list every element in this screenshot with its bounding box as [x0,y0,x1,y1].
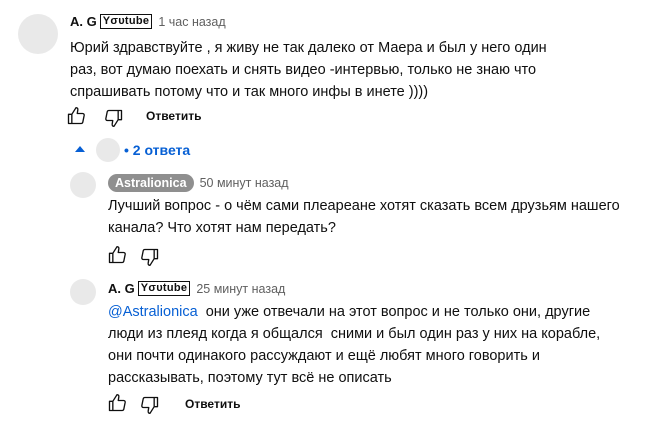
avatar [96,138,120,162]
comment-header: A. G Yσυtube 1 час назад [70,14,226,29]
mention-link[interactable]: @Astralionica [108,304,198,320]
avatar[interactable] [70,279,96,305]
avatar[interactable] [18,14,58,54]
thumb-down-icon[interactable] [140,395,160,415]
reply-header: Astralionica 50 минут назад [108,174,289,192]
reply-time[interactable]: 50 минут назад [200,176,289,190]
comment-author[interactable]: A. G [70,14,97,29]
reply-author[interactable]: Astralionica [108,174,194,192]
caret-up-icon [73,142,87,159]
thumb-up-icon[interactable] [107,393,127,413]
avatar[interactable] [70,172,96,198]
comment-time[interactable]: 1 час назад [158,15,225,29]
reply-button[interactable]: Ответить [146,109,201,123]
author-badge: Yσυtube [137,281,191,296]
reply-header: A. G Yσυtube 25 минут назад [108,281,285,296]
replies-toggle[interactable]: • 2 ответа [73,138,190,162]
replies-count: • 2 ответа [124,142,191,158]
thumb-down-icon[interactable] [104,108,124,128]
reply-text: Лучший вопрос - о чём сами плеареане хот… [108,198,620,236]
reply-time[interactable]: 25 минут назад [196,282,285,296]
author-badge: Yσυtube [99,14,153,29]
thumb-up-icon[interactable] [107,245,127,265]
reply-author[interactable]: A. G [108,281,135,296]
reply-text: @Astralionica они уже отвечали на этот в… [108,301,628,389]
thumb-down-icon[interactable] [140,247,160,267]
thumb-up-icon[interactable] [66,106,86,126]
reply-button[interactable]: Ответить [185,397,240,411]
comment-text: Юрий здравствуйте , я живу не так далеко… [70,40,547,100]
